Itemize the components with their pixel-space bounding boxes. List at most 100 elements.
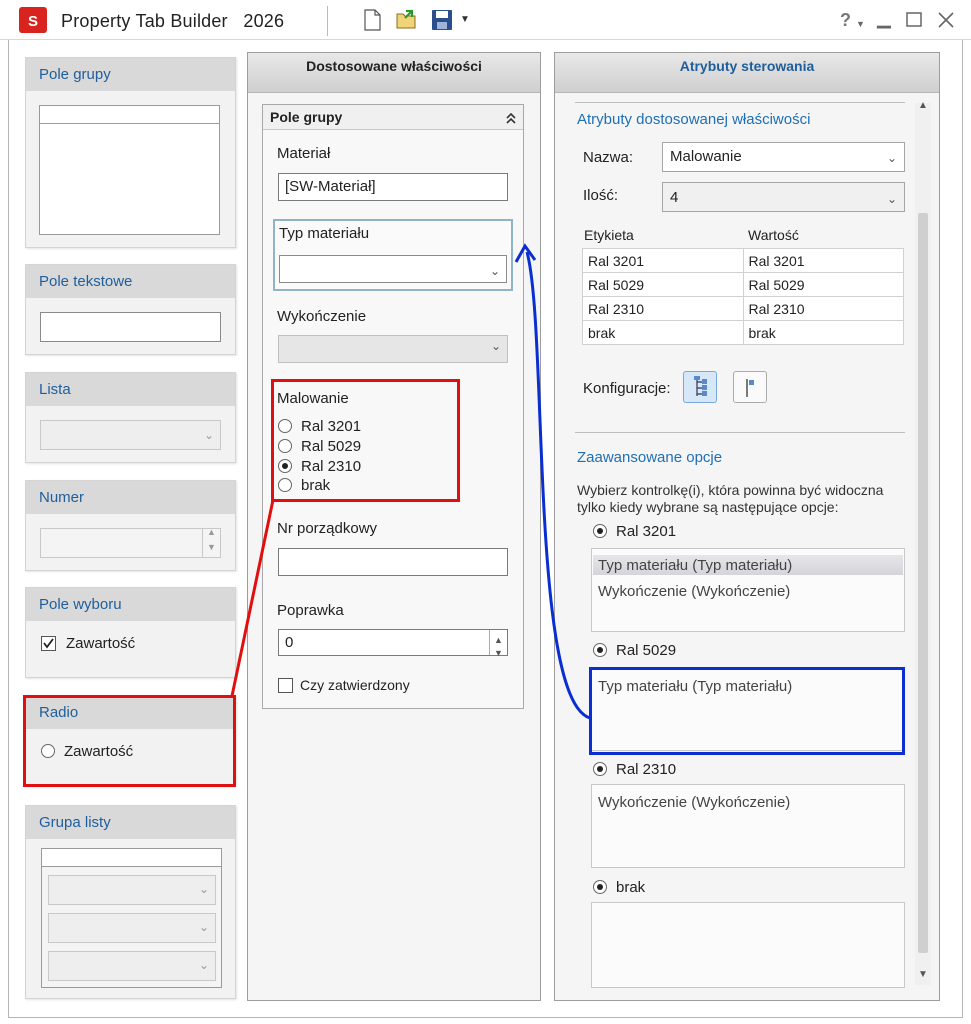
list-preview: ⌄ (40, 420, 221, 450)
revision-field[interactable]: 0 ▲ ▼ (278, 629, 508, 658)
scroll-thumb[interactable] (918, 213, 928, 953)
name-label: Nazwa: (583, 149, 634, 166)
table-header-label: Etykieta (584, 227, 634, 243)
number-preview: ▲ ▼ (40, 527, 221, 558)
help-icon[interactable]: ? (840, 10, 851, 30)
list-group-combo-3: ⌄ (48, 951, 216, 981)
chevron-down-icon: ⌄ (198, 882, 209, 896)
text-field-preview (40, 312, 221, 342)
palette-text-field-label: Pole tekstowe (26, 265, 235, 298)
serial-label: Nr porządkowy (277, 520, 378, 537)
visible-controls-list-1[interactable]: Typ materiału (Typ materiału) Wykończeni… (591, 548, 905, 632)
table-row: Ral 2310 Ral 2310 (582, 296, 904, 321)
table-cell[interactable]: brak (742, 320, 904, 345)
quantity-label: Ilość: (583, 187, 619, 204)
material-field[interactable]: [SW-Materiał] (278, 173, 508, 201)
table-cell[interactable]: Ral 2310 (582, 296, 744, 321)
radio-highlight-box (23, 695, 236, 787)
paint-group-highlight-box (271, 379, 460, 502)
palette-number-label: Numer (26, 481, 235, 514)
chevron-down-icon: ⌄ (203, 428, 214, 442)
custom-properties-header: Dostosowane właściwości (248, 53, 540, 93)
divider (575, 432, 905, 433)
config-flag-icon (746, 379, 754, 397)
palette-list-group[interactable]: Grupa listy ⌄ ⌄ ⌄ (25, 805, 236, 999)
checkbox-content-label: Zawartość (66, 635, 136, 652)
quantity-dropdown[interactable]: 4 ⌄ (662, 182, 905, 212)
advanced-radio-ral3201[interactable] (593, 524, 607, 538)
table-cell[interactable]: brak (582, 320, 744, 345)
scroll-down-icon[interactable]: ▼ (918, 969, 928, 980)
open-file-icon[interactable] (394, 8, 418, 32)
visible-controls-list-4[interactable] (591, 902, 905, 988)
table-cell[interactable]: Ral 5029 (742, 272, 904, 297)
advanced-option-1-label: Ral 3201 (616, 523, 677, 540)
visible-controls-list-3[interactable]: Wykończenie (Wykończenie) (591, 784, 905, 868)
maximize-icon[interactable] (905, 11, 923, 29)
advanced-desc-line-2: tylko kiedy wybrane są następujące opcje… (577, 499, 839, 515)
config-specific-button[interactable] (733, 371, 767, 403)
chevron-down-icon: ⌄ (490, 339, 501, 353)
advanced-option-4-label: brak (616, 879, 646, 896)
finish-dropdown[interactable]: ⌄ (278, 335, 508, 363)
serial-field[interactable] (278, 548, 508, 576)
palette-checkbox[interactable]: Pole wyboru Zawartość (25, 587, 236, 678)
material-type-control[interactable]: Typ materiału ⌄ (273, 219, 513, 291)
table-cell[interactable]: Ral 5029 (582, 272, 744, 297)
advanced-radio-ral5029[interactable] (593, 643, 607, 657)
approved-checkbox[interactable] (278, 678, 293, 693)
help-dropdown-icon[interactable]: ▼ (856, 14, 865, 34)
chevron-down-icon: ⌄ (198, 920, 209, 934)
chevron-down-icon: ⌄ (489, 264, 500, 278)
configurations-label: Konfiguracje: (583, 380, 671, 397)
config-all-button[interactable] (683, 371, 717, 403)
palette-list[interactable]: Lista ⌄ (25, 372, 236, 463)
svg-text:S: S (28, 13, 38, 30)
list-group-combo-2: ⌄ (48, 913, 216, 943)
spin-down-icon: ▼ (207, 542, 216, 552)
group-box-title: Pole grupy (263, 105, 523, 130)
palette-list-group-label: Grupa listy (26, 806, 235, 839)
checkbox-preview (41, 636, 56, 651)
palette-text-field[interactable]: Pole tekstowe (25, 264, 236, 355)
palette-group-box[interactable]: Pole grupy (25, 57, 236, 248)
new-file-icon[interactable] (360, 8, 384, 32)
spin-up-icon: ▲ (207, 527, 216, 537)
custom-property-attributes-title: Atrybuty dostosowanej właściwości (577, 111, 811, 128)
advanced-radio-brak[interactable] (593, 880, 607, 894)
collapse-icon[interactable] (505, 111, 517, 125)
palette-list-label: Lista (26, 373, 235, 406)
vertical-scrollbar[interactable]: ▲ ▼ (915, 100, 931, 985)
list-group-preview: ⌄ ⌄ ⌄ (41, 848, 222, 988)
solidworks-logo-icon: S (19, 7, 47, 33)
group-box-preview (39, 105, 220, 235)
name-dropdown[interactable]: Malowanie ⌄ (662, 142, 905, 172)
approved-label: Czy zatwierdzony (300, 677, 410, 693)
save-dropdown-icon[interactable]: ▼ (460, 10, 470, 30)
scroll-up-icon[interactable]: ▲ (918, 100, 928, 111)
material-type-label: Typ materiału (279, 225, 370, 242)
table-cell[interactable]: Ral 3201 (742, 248, 904, 273)
control-attributes-header: Atrybuty sterowania (555, 53, 939, 93)
table-cell[interactable]: Ral 3201 (582, 248, 744, 273)
close-icon[interactable] (937, 11, 955, 29)
list-item[interactable]: Wykończenie (Wykończenie) (598, 583, 790, 600)
spin-down-icon[interactable]: ▼ (494, 641, 503, 666)
material-label: Materiał (277, 145, 331, 162)
divider (575, 102, 905, 103)
palette-checkbox-label: Pole wyboru (26, 588, 235, 621)
advanced-option-2-label: Ral 5029 (616, 642, 677, 659)
table-row: Ral 3201 Ral 3201 (582, 248, 904, 273)
list-item[interactable]: Typ materiału (Typ materiału) (598, 557, 792, 574)
window-title: Property Tab Builder 2026 (61, 11, 285, 31)
table-row: Ral 5029 Ral 5029 (582, 272, 904, 297)
table-cell[interactable]: Ral 2310 (742, 296, 904, 321)
save-icon[interactable] (430, 8, 454, 32)
material-type-dropdown[interactable]: ⌄ (279, 255, 507, 283)
chevron-down-icon: ⌄ (886, 192, 897, 206)
advanced-radio-ral2310[interactable] (593, 762, 607, 776)
custom-properties-panel: Dostosowane właściwości Pole grupy Mater… (247, 52, 541, 1001)
list-item[interactable]: Wykończenie (Wykończenie) (598, 794, 790, 811)
palette-number[interactable]: Numer ▲ ▼ (25, 480, 236, 571)
minimize-icon[interactable]: ▁ (877, 8, 891, 28)
